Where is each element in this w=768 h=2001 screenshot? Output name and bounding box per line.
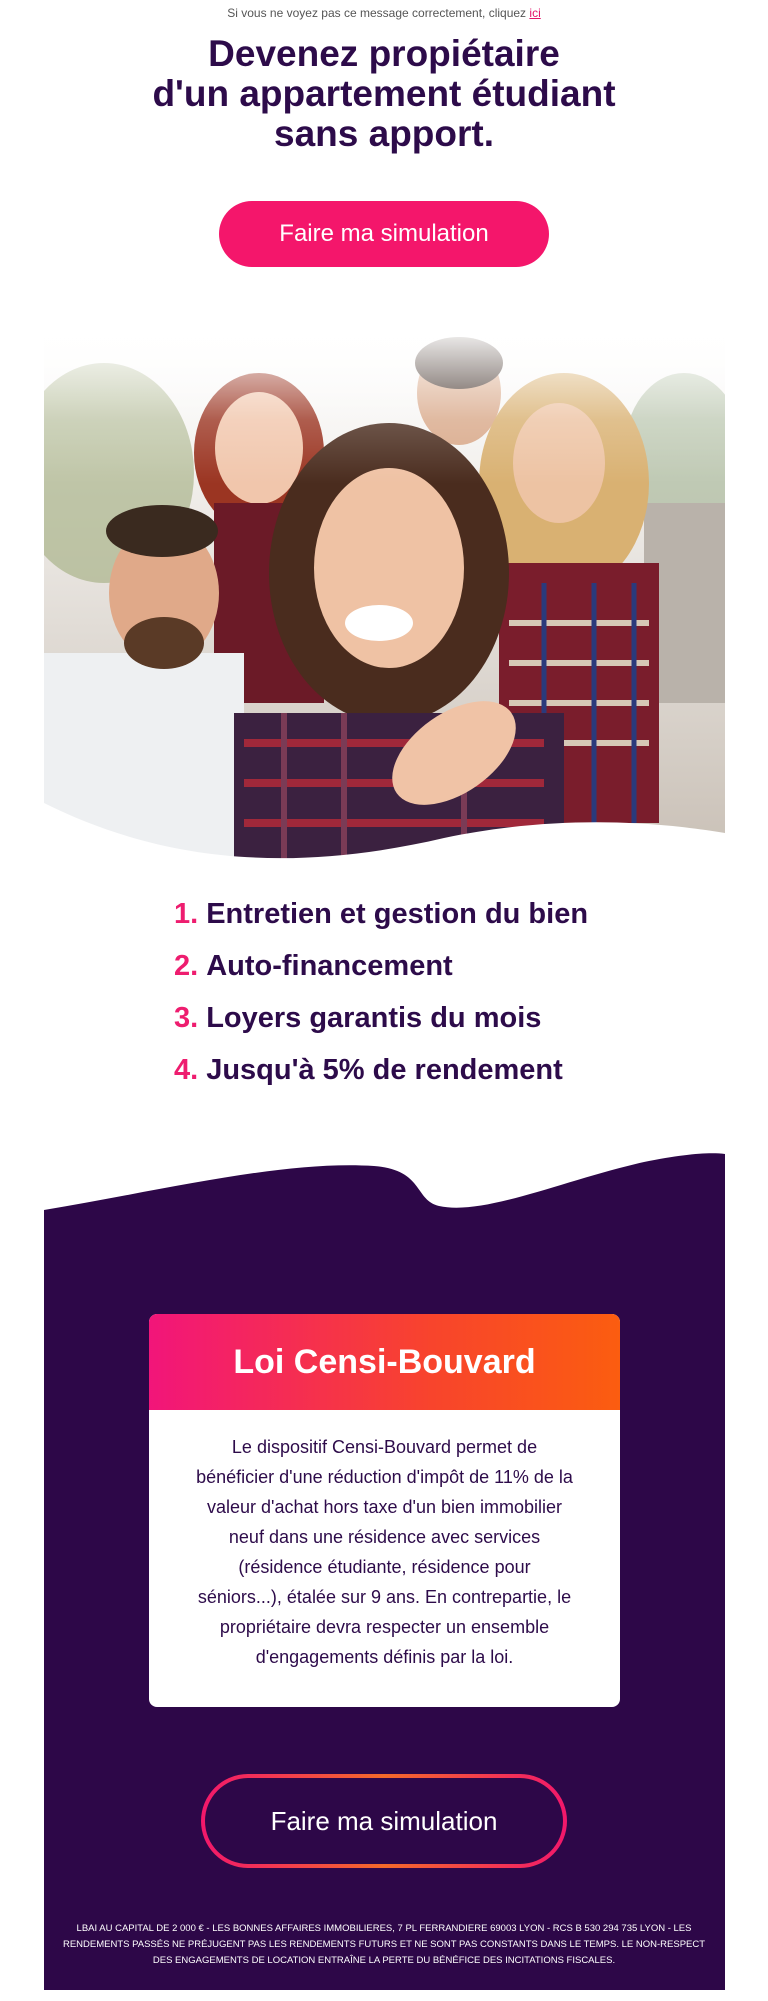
preheader: Si vous ne voyez pas ce message correcte… [0, 6, 768, 20]
benefit-text: Jusqu'à 5% de rendement [206, 1054, 563, 1086]
preheader-text: Si vous ne voyez pas ce message correcte… [227, 6, 527, 20]
benefit-text: Loyers garantis du mois [206, 1002, 542, 1034]
preheader-link[interactable]: ici [529, 6, 540, 20]
card-body: Le dispositif Censi-Bouvard permet de bé… [196, 1437, 573, 1667]
hero-photo [44, 323, 725, 859]
simulation-button-bottom[interactable]: Faire ma simulation [201, 1774, 567, 1868]
headline: Devenez propiétaire d'un appartement étu… [84, 34, 684, 154]
card-title: Loi Censi-Bouvard [149, 1314, 620, 1410]
benefit-item: 4. Jusqu'à 5% de rendement [174, 1044, 674, 1096]
benefit-number: 2. [174, 950, 199, 982]
legal-notice: LBAI AU CAPITAL DE 2 000 € - LES BONNES … [62, 1923, 706, 1966]
benefit-number: 3. [174, 1002, 199, 1034]
censi-bouvard-card: Loi Censi-Bouvard Le dispositif Censi-Bo… [149, 1314, 620, 1707]
benefits-list: 1. Entretien et gestion du bien 2. Auto-fi… [174, 888, 674, 1096]
headline-line-1: Devenez propiétaire [208, 33, 560, 74]
benefit-item: 3. Loyers garantis du mois [174, 992, 674, 1044]
benefit-number: 4. [174, 1054, 199, 1086]
headline-line-2: d'un appartement étudiant [152, 73, 616, 114]
simulation-button-bottom-label[interactable]: Faire ma simulation [205, 1778, 563, 1864]
benefit-item: 2. Auto-financement [174, 940, 674, 992]
benefit-item: 1. Entretien et gestion du bien [174, 888, 674, 940]
simulation-button-top[interactable]: Faire ma simulation [219, 201, 549, 267]
benefit-text: Entretien et gestion du bien [206, 898, 589, 930]
benefit-text: Auto-financement [206, 950, 453, 982]
benefit-number: 1. [174, 898, 199, 930]
headline-line-3: sans apport. [274, 113, 494, 154]
